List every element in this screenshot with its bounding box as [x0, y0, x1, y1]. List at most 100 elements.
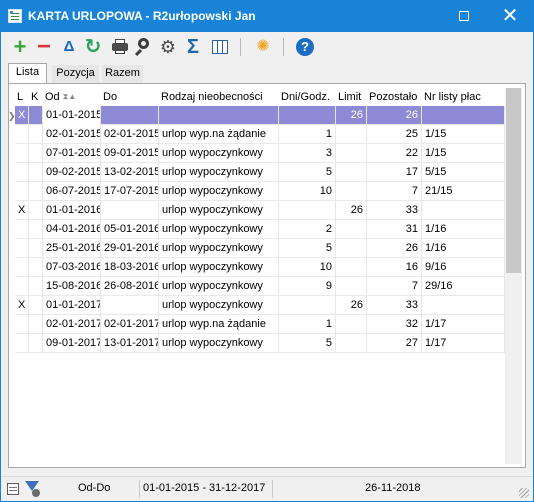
header-limit[interactable]: Limit [336, 88, 367, 106]
cell-od[interactable]: 02-01-2015 [43, 125, 101, 144]
cell-limit[interactable]: 26 [336, 106, 367, 125]
cell-nr[interactable] [422, 201, 505, 220]
table-row[interactable]: 06-07-2015 17-07-2015 urlop wypoczynkowy 10… [15, 182, 505, 201]
cell-limit[interactable] [336, 239, 367, 258]
cell-l[interactable] [15, 144, 29, 163]
cell-nr[interactable]: 1/16 [422, 220, 505, 239]
cell-od[interactable]: 01-01-2017 [43, 296, 101, 315]
cell-limit[interactable] [336, 258, 367, 277]
cell-rodzaj[interactable]: urlop wypoczynkowy [159, 220, 279, 239]
table-row[interactable]: 09-01-2017 13-01-2017 urlop wypoczynkowy 5 2… [15, 334, 505, 353]
header-rodzaj[interactable]: Rodzaj nieobecności [159, 88, 279, 106]
cell-rodzaj[interactable]: urlop wypoczynkowy [159, 182, 279, 201]
cell-rodzaj[interactable]: urlop wyp.na żądanie [159, 315, 279, 334]
cell-do[interactable]: 17-07-2015 [101, 182, 159, 201]
header-do[interactable]: Do [101, 88, 159, 106]
cell-dni[interactable] [279, 296, 336, 315]
tab-pozycja[interactable]: Pozycja [52, 65, 99, 83]
cell-limit[interactable] [336, 277, 367, 296]
cell-limit[interactable] [336, 220, 367, 239]
cell-l[interactable] [15, 220, 29, 239]
cell-pozostalo[interactable]: 26 [367, 239, 422, 258]
cell-od[interactable]: 02-01-2017 [43, 315, 101, 334]
cell-k[interactable] [29, 258, 43, 277]
cell-do[interactable]: 18-03-2016 [101, 258, 159, 277]
cell-pozostalo[interactable]: 31 [367, 220, 422, 239]
cell-do[interactable]: 09-01-2015 [101, 144, 159, 163]
cell-k[interactable] [29, 277, 43, 296]
tab-razem[interactable]: Razem [102, 65, 143, 83]
cell-l[interactable]: X [15, 201, 29, 220]
cell-dni[interactable]: 5 [279, 163, 336, 182]
cell-nr[interactable] [422, 296, 505, 315]
cell-pozostalo[interactable]: 22 [367, 144, 422, 163]
add-icon[interactable]: + [10, 36, 30, 58]
cell-nr[interactable]: 21/15 [422, 182, 505, 201]
cell-dni[interactable] [279, 201, 336, 220]
cell-nr[interactable]: 29/16 [422, 277, 505, 296]
cell-dni[interactable]: 3 [279, 144, 336, 163]
cell-od[interactable]: 04-01-2016 [43, 220, 101, 239]
cell-rodzaj[interactable]: urlop wypoczynkowy [159, 201, 279, 220]
cell-k[interactable] [29, 220, 43, 239]
sum-icon[interactable]: Σ [183, 37, 203, 57]
cell-dni[interactable]: 10 [279, 258, 336, 277]
cell-od[interactable]: 07-01-2015 [43, 144, 101, 163]
cell-limit[interactable] [336, 144, 367, 163]
cell-dni[interactable]: 1 [279, 125, 336, 144]
delete-icon[interactable]: − [34, 35, 54, 59]
cell-dni[interactable]: 5 [279, 334, 336, 353]
cell-rodzaj[interactable]: urlop wypoczynkowy [159, 144, 279, 163]
maximize-button[interactable] [441, 1, 487, 32]
cell-do[interactable]: 05-01-2016 [101, 220, 159, 239]
cell-pozostalo[interactable]: 25 [367, 125, 422, 144]
cell-k[interactable] [29, 125, 43, 144]
header-dni[interactable]: Dni/Godz. [279, 88, 336, 106]
search-icon[interactable] [134, 37, 154, 57]
cell-do[interactable]: 13-01-2017 [101, 334, 159, 353]
cell-od[interactable]: 25-01-2016 [43, 239, 101, 258]
cell-rodzaj[interactable]: urlop wyp.na żądanie [159, 125, 279, 144]
table-row[interactable]: X 01-01-2017 urlop wypoczynkowy 26 33 [15, 296, 505, 315]
table-row[interactable]: 09-02-2015 13-02-2015 urlop wypoczynkowy 5 1… [15, 163, 505, 182]
cell-pozostalo[interactable]: 7 [367, 277, 422, 296]
cell-l[interactable] [15, 258, 29, 277]
table-row[interactable]: 02-01-2017 02-01-2017 urlop wyp.na żądanie… [15, 315, 505, 334]
cell-l[interactable] [15, 277, 29, 296]
header-l[interactable]: L [15, 88, 29, 106]
cell-od[interactable]: 09-01-2017 [43, 334, 101, 353]
cell-pozostalo[interactable]: 33 [367, 296, 422, 315]
cell-dni[interactable]: 10 [279, 182, 336, 201]
cell-do[interactable] [101, 106, 159, 125]
cell-l[interactable]: X [15, 106, 29, 125]
cell-pozostalo[interactable]: 17 [367, 163, 422, 182]
sun-icon[interactable]: ✺ [253, 37, 273, 57]
cell-k[interactable] [29, 334, 43, 353]
cell-do[interactable]: 29-01-2016 [101, 239, 159, 258]
table-row[interactable]: 04-01-2016 05-01-2016 urlop wypoczynkowy 2 3… [15, 220, 505, 239]
cell-limit[interactable] [336, 125, 367, 144]
cell-rodzaj[interactable]: urlop wypoczynkowy [159, 334, 279, 353]
cell-pozostalo[interactable]: 32 [367, 315, 422, 334]
cell-k[interactable] [29, 315, 43, 334]
table-row[interactable]: 02-01-2015 02-01-2015 urlop wyp.na żądanie… [15, 125, 505, 144]
cell-l[interactable] [15, 239, 29, 258]
cell-k[interactable] [29, 296, 43, 315]
header-nr-listy[interactable]: Nr listy płac [422, 88, 505, 106]
refresh-icon[interactable]: ↻ [83, 37, 103, 57]
header-od[interactable]: Od ⧗▲ [43, 88, 101, 106]
cell-rodzaj[interactable]: urlop wypoczynkowy [159, 239, 279, 258]
table-row[interactable]: 07-03-2016 18-03-2016 urlop wypoczynkowy 10… [15, 258, 505, 277]
cell-pozostalo[interactable]: 16 [367, 258, 422, 277]
cell-limit[interactable]: 26 [336, 296, 367, 315]
help-icon[interactable]: ? [295, 37, 315, 57]
cell-pozostalo[interactable]: 26 [367, 106, 422, 125]
list-icon[interactable] [7, 483, 19, 495]
tab-lista[interactable]: Lista [8, 63, 47, 84]
table-row[interactable]: X 01-01-2016 urlop wypoczynkowy 26 33 [15, 201, 505, 220]
cell-k[interactable] [29, 239, 43, 258]
cell-dni[interactable]: 5 [279, 239, 336, 258]
cell-l[interactable] [15, 125, 29, 144]
cell-od[interactable]: 06-07-2015 [43, 182, 101, 201]
cell-nr[interactable]: 1/17 [422, 315, 505, 334]
